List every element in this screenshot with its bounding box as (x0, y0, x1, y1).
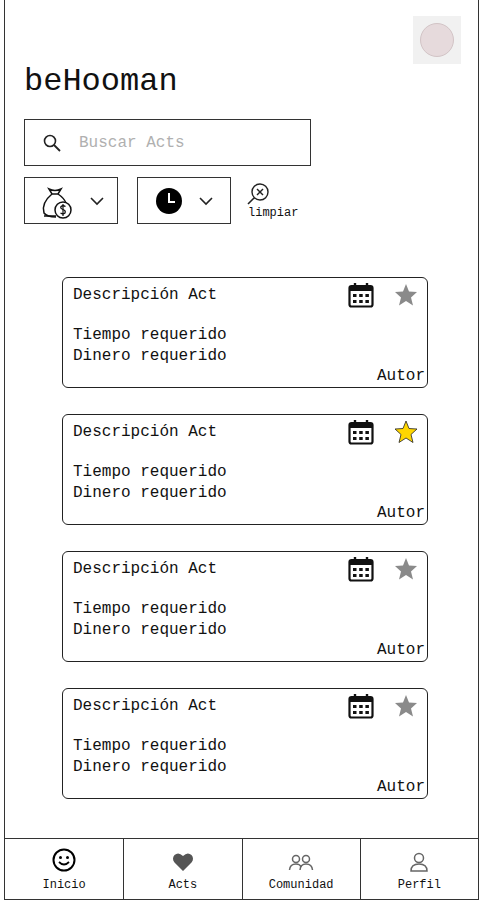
act-author: Autor (377, 504, 425, 523)
money-bag-icon (38, 183, 74, 219)
act-author: Autor (377, 367, 425, 386)
act-time: Tiempo requerido (73, 599, 425, 620)
act-card[interactable]: Descripción Act Tiempo requeridoDinero re… (62, 277, 428, 388)
favorite-star-icon[interactable] (394, 694, 418, 718)
app-title: beHooman (5, 64, 478, 100)
favorite-star-icon[interactable] (394, 557, 418, 581)
act-time: Tiempo requerido (73, 325, 425, 346)
avatar-image[interactable] (413, 16, 461, 64)
clear-filters-button[interactable]: limpiar (248, 182, 298, 220)
act-author: Autor (377, 778, 425, 797)
act-card[interactable]: Descripción Act Tiempo requeridoDinero re… (62, 688, 428, 799)
nav-tab[interactable]: Inicio (5, 839, 123, 899)
act-author: Autor (377, 641, 425, 660)
act-card[interactable]: Descripción Act Tiempo requeridoDinero re… (62, 414, 428, 525)
chevron-down-icon (90, 196, 104, 206)
search-field[interactable]: Buscar Acts (24, 119, 311, 166)
clock-icon (155, 187, 183, 215)
act-money: Dinero requerido (73, 757, 425, 778)
act-description: Descripción Act (73, 696, 217, 717)
clear-search-icon (246, 182, 270, 206)
bottom-nav: InicioActsComunidadPerfil (5, 838, 478, 899)
act-card[interactable]: Descripción Act Tiempo requeridoDinero re… (62, 551, 428, 662)
magnifier-icon (43, 134, 61, 152)
favorite-star-icon[interactable] (394, 420, 418, 444)
nav-tab[interactable]: Comunidad (242, 839, 360, 899)
search-placeholder: Buscar Acts (79, 134, 185, 152)
act-description: Descripción Act (73, 559, 217, 580)
acts-list: Descripción ActTiempo requeridoDinero re… (5, 277, 478, 799)
nav-tab[interactable]: Perfil (360, 839, 478, 899)
smiley-icon (52, 848, 76, 872)
calendar-icon[interactable] (348, 282, 374, 308)
act-time: Tiempo requerido (73, 462, 425, 483)
person-icon (409, 852, 429, 872)
act-money: Dinero requerido (73, 620, 425, 641)
heart-icon (172, 852, 194, 872)
calendar-icon[interactable] (348, 419, 374, 445)
act-money: Dinero requerido (73, 346, 425, 367)
money-filter[interactable] (24, 177, 118, 224)
act-description: Descripción Act (73, 285, 217, 306)
act-money: Dinero requerido (73, 483, 425, 504)
calendar-icon[interactable] (348, 556, 374, 582)
favorite-star-icon[interactable] (394, 283, 418, 307)
time-filter[interactable] (137, 177, 231, 224)
calendar-icon[interactable] (348, 693, 374, 719)
act-time: Tiempo requerido (73, 736, 425, 757)
act-description: Descripción Act (73, 422, 217, 443)
group-icon (288, 854, 314, 872)
chevron-down-icon (199, 196, 213, 206)
nav-tab[interactable]: Acts (123, 839, 241, 899)
app-screen: beHooman Buscar Acts limpiar Descripción Ac… (4, 0, 479, 900)
